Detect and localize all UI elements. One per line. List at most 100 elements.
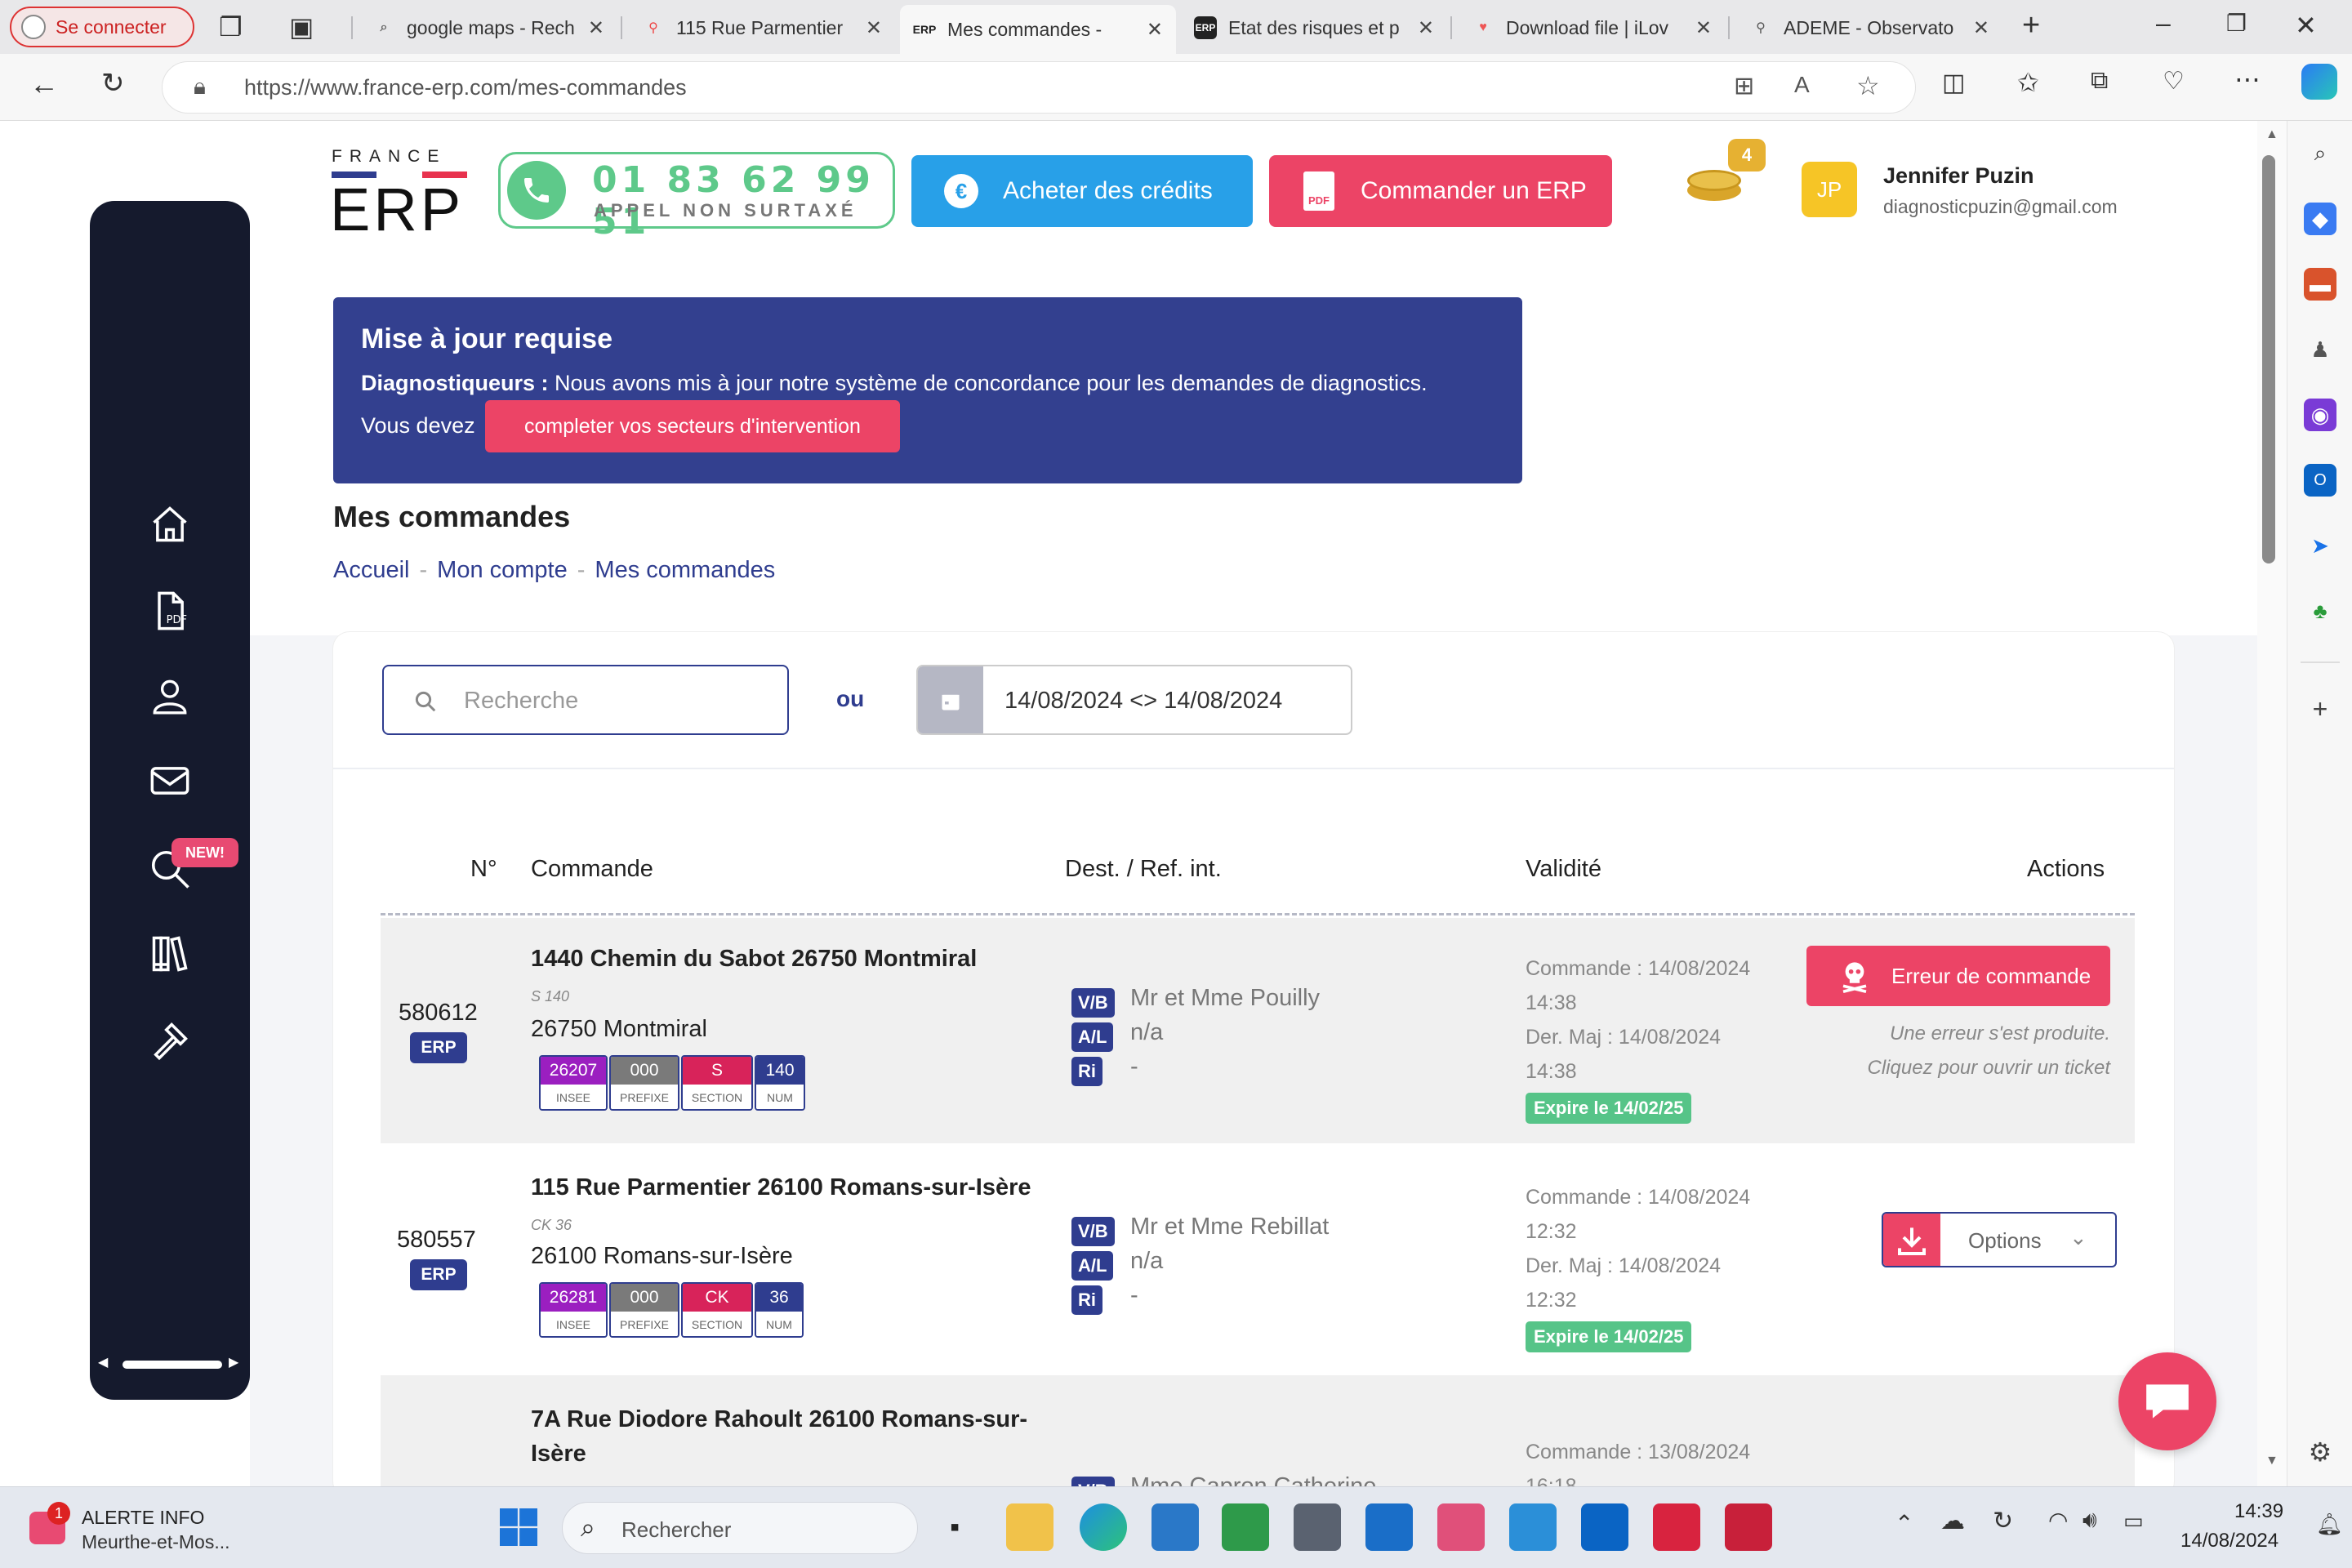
open-ticket-link[interactable]: Cliquez pour ouvrir un ticket (1777, 1057, 2110, 1080)
scroll-down-icon[interactable]: ▼ (2265, 1454, 2278, 1468)
date-range-picker[interactable]: 14/08/2024 <> 14/08/2024 (916, 665, 1352, 735)
more-icon[interactable]: ⋯ (2234, 64, 2261, 95)
chevron-up-icon[interactable]: ⌃ (1895, 1510, 1913, 1537)
sidebar-scroll-thumb[interactable] (122, 1361, 222, 1369)
notepad-icon[interactable] (1152, 1503, 1199, 1551)
sidebar-item-pdf[interactable]: PDF (144, 585, 196, 637)
order-error-button[interactable]: Erreur de commande (1806, 946, 2110, 1006)
order-address[interactable]: 1440 Chemin du Sabot 26750 Montmiral (531, 946, 977, 973)
close-icon[interactable]: ✕ (1695, 16, 1712, 40)
reload-icon[interactable]: ↻ (101, 67, 125, 100)
france-erp-logo[interactable]: FRANCE ERP (330, 147, 467, 243)
chat-button[interactable] (2118, 1352, 2216, 1450)
order-address[interactable]: 115 Rue Parmentier 26100 Romans-sur-Isèr… (531, 1174, 1031, 1201)
tab-ilovepdf[interactable]: ♥ Download file | iLov ✕ (1459, 7, 1725, 49)
order-address[interactable]: 7A Rue Diodore Rahoult 26100 Romans-sur- (531, 1406, 1027, 1433)
sidebar-item-library[interactable] (144, 928, 196, 980)
outlook-icon[interactable]: O (2304, 464, 2336, 497)
office-icon[interactable]: ◉ (2304, 399, 2336, 431)
games-icon[interactable]: ♟ (2304, 333, 2336, 366)
tools-briefcase-icon[interactable]: ▬ (2304, 268, 2336, 301)
workspaces-icon[interactable]: ❐ (219, 11, 243, 42)
search-input[interactable]: Recherche (382, 665, 789, 735)
sidebar-scrollbar[interactable]: ◀ ▶ (98, 1354, 242, 1374)
new-tab-icon[interactable]: + (2022, 8, 2040, 43)
close-icon[interactable]: ✕ (1147, 18, 1163, 42)
collections-icon[interactable]: ⧉ (2091, 67, 2108, 95)
sidebar-item-messages[interactable] (144, 755, 196, 807)
camera-icon[interactable] (1294, 1503, 1341, 1551)
battery-icon[interactable]: ▭ (2123, 1508, 2144, 1534)
order-erp-button[interactable]: PDF Commander un ERP (1269, 155, 1612, 227)
task-view-icon[interactable]: ▪ (931, 1503, 978, 1551)
breadcrumb-orders[interactable]: Mes commandes (595, 557, 775, 583)
favorites-icon[interactable]: ✩ (2017, 67, 2039, 98)
windows-start-icon[interactable] (495, 1503, 542, 1551)
lock-icon[interactable]: 🔒︎ (194, 74, 206, 100)
add-sidebar-icon[interactable]: + (2304, 693, 2336, 725)
scroll-right-icon[interactable]: ▶ (229, 1354, 238, 1370)
tab-etat-des-risques[interactable]: ERP Etat des risques et p ✕ (1181, 7, 1447, 49)
copilot-icon[interactable] (2301, 64, 2337, 100)
url-field[interactable]: 🔒︎ https://www.france-erp.com/mes-comman… (162, 61, 1916, 114)
volume-icon[interactable]: 🔊︎ (2082, 1507, 2097, 1534)
sidebar-item-home[interactable] (144, 498, 196, 550)
taskbar-search-input[interactable]: ⌕ Rechercher (562, 1502, 918, 1554)
outlook-app-icon[interactable] (1581, 1503, 1628, 1551)
window-close-icon[interactable]: ✕ (2295, 10, 2317, 41)
tab-115-rue-parmentier[interactable]: ⚲ 115 Rue Parmentier ✕ (629, 7, 895, 49)
close-icon[interactable]: ✕ (1418, 16, 1434, 40)
news-widget[interactable]: 1 ALERTE INFO Meurthe-et-Mos... (24, 1499, 270, 1556)
tree-icon[interactable]: ♣ (2304, 595, 2336, 627)
red-app-2-icon[interactable] (1725, 1503, 1772, 1551)
back-icon[interactable]: ← (29, 67, 59, 101)
sidebar-item-account[interactable] (144, 670, 196, 722)
avatar[interactable]: JP (1802, 162, 1857, 217)
breadcrumb-home[interactable]: Accueil (333, 557, 410, 583)
clock-time[interactable]: 14:39 (2234, 1500, 2283, 1523)
snipping-tool-icon[interactable] (1437, 1503, 1485, 1551)
tab-ademe[interactable]: ⚲ ADEME - Observato ✕ (1736, 7, 2002, 49)
complete-sectors-button[interactable]: completer vos secteurs d'intervention (485, 400, 900, 452)
file-explorer-icon[interactable] (1006, 1503, 1054, 1551)
profile-button[interactable]: Se connecter (10, 7, 194, 47)
wifi-icon[interactable]: ◠ (2048, 1507, 2068, 1534)
split-screen-icon[interactable]: ◫ (1942, 69, 1965, 97)
order-address-line2[interactable]: Isère (531, 1441, 586, 1468)
tab-actions-icon[interactable]: ▣ (289, 11, 314, 42)
buy-credits-button[interactable]: € Acheter des crédits (911, 155, 1253, 227)
edge-icon[interactable] (1080, 1503, 1127, 1551)
app-available-icon[interactable]: ⊞ (1734, 72, 1754, 100)
read-aloud-icon[interactable]: A (1794, 72, 1810, 98)
close-icon[interactable]: ✕ (866, 16, 882, 40)
red-app-icon[interactable] (1653, 1503, 1700, 1551)
sidebar-search-icon[interactable]: ⌕ (2304, 137, 2336, 170)
sync-icon[interactable]: ↻ (1993, 1507, 2013, 1535)
performance-icon[interactable]: ♡ (2163, 67, 2185, 96)
restore-icon[interactable]: ❐ (2226, 10, 2247, 37)
tab-google-maps[interactable]: ⌕ google maps - Rech ✕ (359, 7, 617, 49)
close-icon[interactable]: ✕ (1973, 16, 1989, 40)
scroll-up-icon[interactable]: ▲ (2265, 127, 2278, 142)
photos-icon[interactable] (1509, 1503, 1557, 1551)
sidebar-item-legal[interactable] (144, 1014, 196, 1067)
user-name[interactable]: Jennifer Puzin (1883, 163, 2034, 189)
close-icon[interactable]: ✕ (588, 16, 604, 40)
send-icon[interactable]: ➤ (2304, 529, 2336, 562)
scrollbar-thumb[interactable] (2262, 155, 2275, 564)
tab-mes-commandes[interactable]: ERP Mes commandes - ✕ (900, 5, 1176, 54)
clock-date[interactable]: 14/08/2024 (2180, 1530, 2278, 1552)
phone-box[interactable]: 01 83 62 99 51 APPEL NON SURTAXÉ (498, 152, 895, 243)
breadcrumb-account[interactable]: Mon compte (437, 557, 568, 583)
minimize-icon[interactable]: – (2156, 8, 2171, 38)
shopping-tag-icon[interactable]: ◆ (2304, 203, 2336, 235)
notification-bell-icon[interactable]: 🔔︎ (2316, 1512, 2343, 1537)
onedrive-icon[interactable]: ☁ (1940, 1507, 1965, 1535)
options-dropdown[interactable]: Options ⌄ (1882, 1212, 2117, 1267)
favorite-star-icon[interactable]: ☆ (1856, 70, 1880, 101)
download-icon[interactable] (1883, 1214, 1940, 1266)
mail-app-icon[interactable] (1365, 1503, 1413, 1551)
scroll-left-icon[interactable]: ◀ (98, 1354, 108, 1370)
settings-gear-icon[interactable]: ⚙ (2304, 1436, 2336, 1468)
spreadsheet-icon[interactable] (1222, 1503, 1269, 1551)
